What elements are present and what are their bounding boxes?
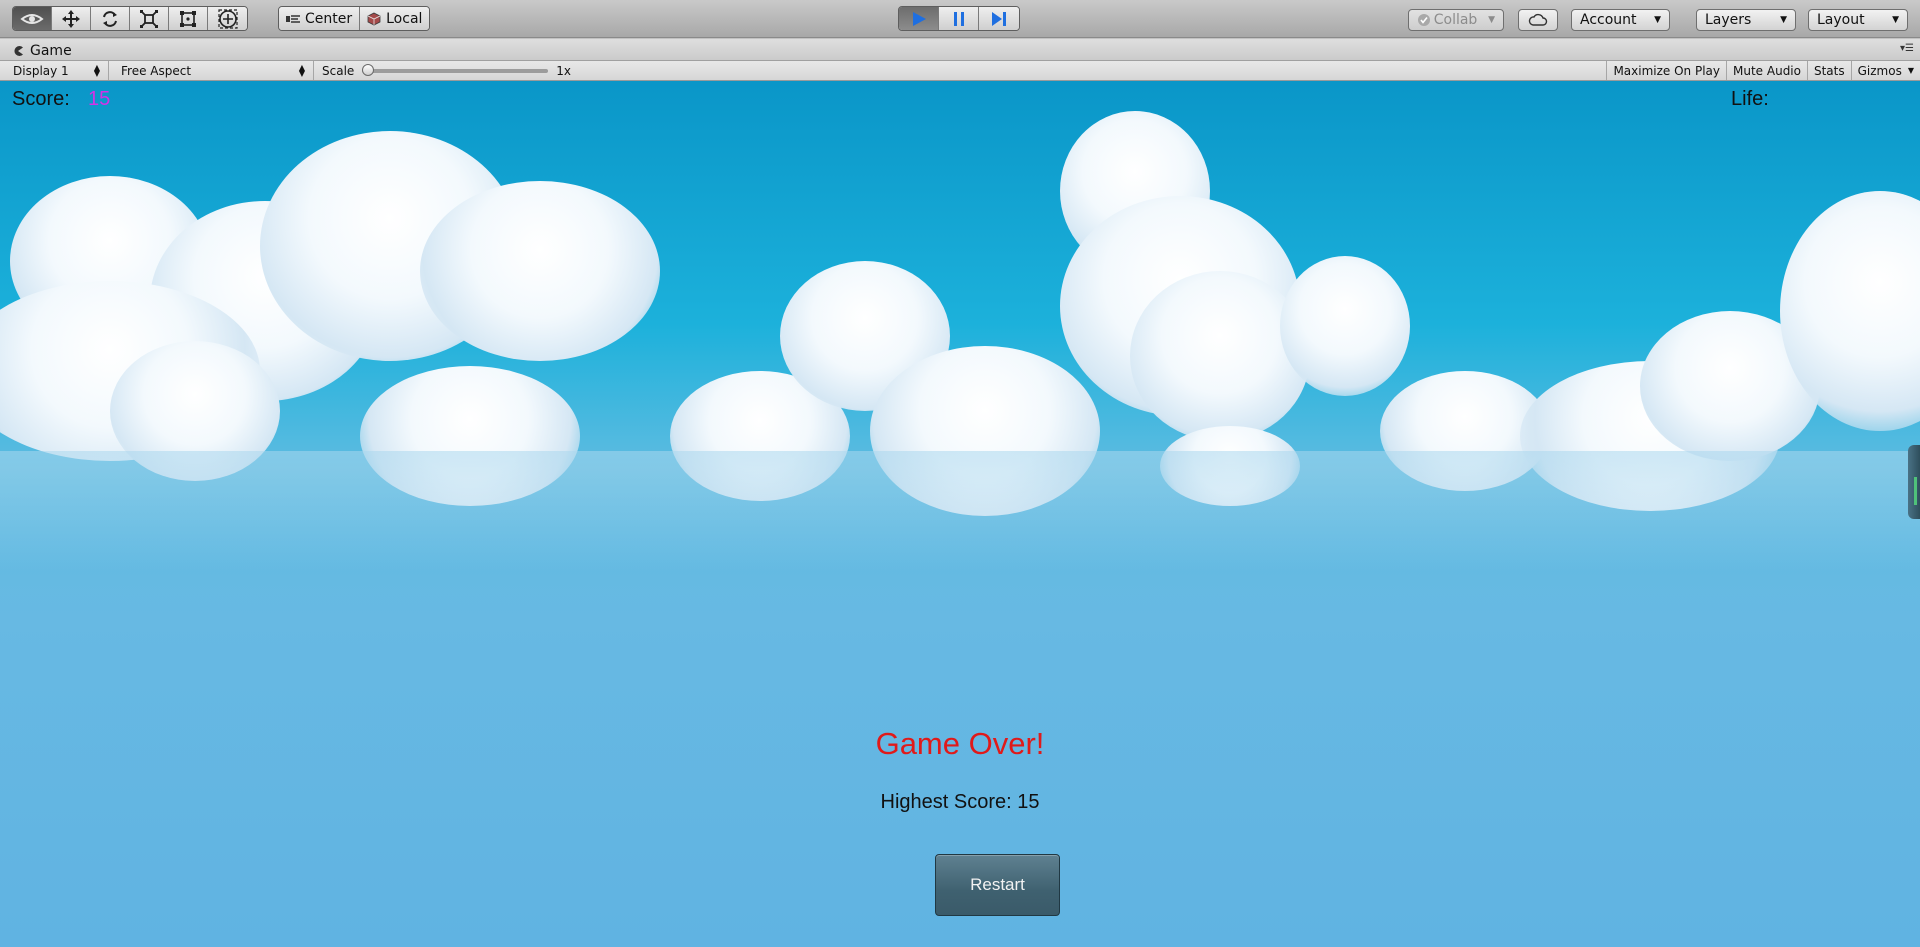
game-tab-title: Game [30, 42, 72, 59]
maximize-on-play-toggle[interactable]: Maximize On Play [1606, 61, 1726, 80]
display-select[interactable]: Display 1 ▲ ▼ [0, 61, 109, 80]
mute-audio-toggle[interactable]: Mute Audio [1726, 61, 1807, 80]
layout-label: Layout [1817, 12, 1865, 28]
pause-icon [953, 11, 964, 26]
mute-audio-label: Mute Audio [1733, 63, 1801, 78]
game-view-toolbar: Display 1 ▲ ▼ Free Aspect ▲ ▼ Scale 1x Max… [0, 61, 1920, 81]
game-tab-row: Game ▾☰ [0, 39, 1920, 61]
cloud-services-button[interactable] [1518, 9, 1558, 31]
transform-tool-button[interactable] [208, 7, 247, 30]
transform-all-icon [217, 8, 238, 29]
playmode-controls [898, 6, 1020, 31]
rotate-tool-button[interactable] [91, 7, 130, 30]
pivot-center-icon [286, 14, 300, 23]
scale-slider-knob[interactable] [362, 63, 375, 76]
layout-dropdown[interactable]: Layout ▼ [1808, 9, 1908, 31]
layers-dropdown[interactable]: Layers ▼ [1696, 9, 1796, 31]
side-panel-handle[interactable] [1908, 445, 1920, 519]
cloud [1280, 256, 1410, 396]
account-dropdown[interactable]: Account ▼ [1571, 9, 1670, 31]
pivot-center-label: Center [305, 10, 353, 27]
eye-icon [20, 13, 44, 24]
rect-tool-button[interactable] [169, 7, 208, 30]
stats-toggle[interactable]: Stats [1806, 61, 1851, 80]
main-toolbar: Center Local Collab ▼ Account ▼ Layers ▼… [0, 0, 1920, 38]
restart-button[interactable]: Restart [935, 854, 1060, 916]
play-icon [912, 11, 926, 26]
life-label: Life: [1731, 88, 1769, 110]
horizon-haze [0, 451, 1920, 571]
restart-button-label: Restart [970, 875, 1025, 894]
scale-icon [140, 9, 158, 28]
display-select-label: Display 1 [13, 63, 69, 78]
score-label: Score: [12, 88, 70, 110]
scale-value: 1x [556, 63, 572, 78]
view-tool-button[interactable] [13, 7, 52, 30]
game-viewport[interactable]: Score: 15 Life: Game Over! Highest Score… [0, 81, 1920, 947]
game-pacman-icon [14, 45, 23, 56]
pivot-local-button[interactable]: Local [360, 7, 430, 30]
gizmos-arrow-icon: ▼ [1907, 66, 1914, 75]
transform-tools [12, 6, 248, 31]
layers-label: Layers [1705, 12, 1752, 28]
play-button[interactable] [899, 7, 939, 30]
cloud-icon [1528, 13, 1548, 26]
rect-transform-icon [180, 10, 196, 27]
tab-menu-icon[interactable]: ▾☰ [1900, 43, 1914, 54]
move-tool-button[interactable] [52, 7, 91, 30]
collab-dropdown-arrow-icon: ▼ [1488, 15, 1495, 25]
scale-tool-button[interactable] [130, 7, 169, 30]
audio-meter-icon [1914, 477, 1917, 505]
step-button[interactable] [979, 7, 1019, 30]
stats-label: Stats [1813, 63, 1845, 78]
updown-arrows-icon: ▲ ▼ [298, 62, 305, 78]
collab-label: Collab [1433, 12, 1478, 28]
rotate-icon [103, 10, 117, 27]
pivot-toggles: Center Local [278, 6, 431, 31]
game-tab[interactable]: Game [4, 40, 82, 61]
account-label: Account [1580, 12, 1637, 28]
scale-slider[interactable] [362, 63, 549, 76]
move-arrows-icon [62, 9, 80, 28]
scale-control: Scale 1x [314, 61, 594, 80]
cloud [420, 181, 660, 361]
pause-button[interactable] [939, 7, 979, 30]
aspect-select-label: Free Aspect [121, 63, 192, 78]
maximize-on-play-label: Maximize On Play [1613, 63, 1721, 78]
game-over-title: Game Over! [875, 726, 1045, 761]
gizmos-label: Gizmos [1857, 63, 1902, 78]
local-cube-icon [367, 12, 381, 25]
pivot-local-label: Local [386, 10, 423, 27]
score-value: 15 [88, 88, 111, 110]
gizmos-dropdown[interactable]: Gizmos ▼ [1850, 61, 1920, 80]
step-icon [992, 11, 1006, 26]
scale-label: Scale [322, 63, 355, 78]
collab-dropdown[interactable]: Collab ▼ [1408, 9, 1504, 31]
check-circle-icon [1418, 14, 1430, 26]
updown-arrows-icon: ▲ ▼ [93, 62, 100, 78]
layers-dropdown-arrow-icon: ▼ [1780, 15, 1787, 25]
aspect-select[interactable]: Free Aspect ▲ ▼ [113, 61, 314, 80]
highest-score-text: Highest Score: 15 [880, 791, 1040, 813]
layout-dropdown-arrow-icon: ▼ [1892, 15, 1899, 25]
account-dropdown-arrow-icon: ▼ [1654, 15, 1661, 25]
game-view-options: Maximize On Play Mute Audio Stats Gizmos… [1606, 61, 1920, 80]
pivot-center-button[interactable]: Center [279, 7, 361, 30]
cloud [1130, 271, 1310, 441]
